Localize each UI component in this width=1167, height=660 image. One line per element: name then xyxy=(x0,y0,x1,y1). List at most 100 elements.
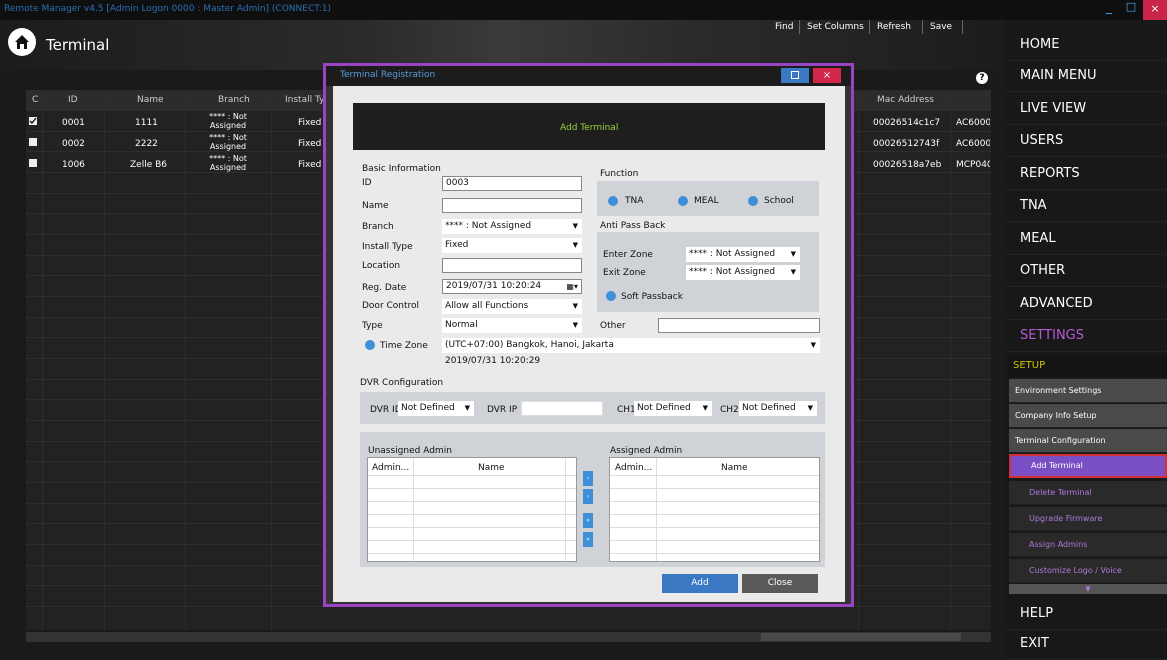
row-mac[interactable]: 00026518a7eb xyxy=(873,160,941,170)
submenu-delete-terminal[interactable]: Delete Terminal xyxy=(1009,481,1167,505)
row-name[interactable]: Zelle B6 xyxy=(130,160,167,170)
col-header-name[interactable]: Name xyxy=(137,95,164,105)
row-checkbox[interactable] xyxy=(29,138,37,146)
time-zone-select[interactable]: (UTC+07:00) Bangkok, Hanoi, Jakarta ▼ xyxy=(442,338,820,353)
move-left-button[interactable]: ‹ xyxy=(583,489,593,504)
refresh-button[interactable]: Refresh xyxy=(877,22,911,32)
row-install[interactable]: Fixed xyxy=(298,118,321,128)
soft-passback-toggle[interactable] xyxy=(606,291,616,301)
row-model[interactable]: AC6000 xyxy=(956,139,990,149)
unassigned-col-admin[interactable]: Admin... xyxy=(372,463,409,473)
row-install[interactable]: Fixed xyxy=(298,139,321,149)
chevron-down-icon: ▼ xyxy=(572,302,578,310)
menu-tna[interactable]: TNA xyxy=(1005,189,1167,222)
dvr-config-label: DVR Configuration xyxy=(360,378,444,388)
branch-select[interactable]: **** : Not Assigned ▼ xyxy=(442,219,582,234)
col-header-branch[interactable]: Branch xyxy=(218,95,250,105)
other-input[interactable] xyxy=(658,318,820,333)
ch2-select[interactable]: Not Defined ▼ xyxy=(739,401,817,416)
menu-exit[interactable]: EXIT xyxy=(1005,627,1167,660)
submenu-add-terminal[interactable]: Add Terminal xyxy=(1009,454,1167,478)
find-button[interactable]: Find xyxy=(775,22,793,32)
ch1-select[interactable]: Not Defined ▼ xyxy=(634,401,712,416)
location-input[interactable] xyxy=(442,258,582,273)
dialog-maximize-button[interactable] xyxy=(781,68,809,83)
minimize-button[interactable]: _ xyxy=(1098,0,1120,20)
close-button[interactable]: Close xyxy=(742,574,818,593)
row-name[interactable]: 2222 xyxy=(135,139,158,149)
row-checkbox[interactable] xyxy=(29,159,37,167)
horizontal-scrollbar[interactable] xyxy=(26,632,991,642)
meal-option[interactable] xyxy=(678,196,688,206)
reg-date-picker[interactable]: 2019/07/31 10:20:24 ▦▾ xyxy=(442,279,582,294)
submenu-upgrade-firmware[interactable]: Upgrade Firmware xyxy=(1009,507,1167,531)
menu-main-menu[interactable]: MAIN MENU xyxy=(1005,59,1167,92)
menu-help[interactable]: HELP xyxy=(1005,597,1167,630)
assigned-col-name[interactable]: Name xyxy=(721,463,748,473)
chevron-down-icon: ▼ xyxy=(807,404,813,412)
menu-advanced[interactable]: ADVANCED xyxy=(1005,287,1167,320)
move-all-left-button[interactable]: « xyxy=(583,532,593,547)
row-branch[interactable]: **** : Not Assigned xyxy=(203,154,253,172)
row-model[interactable]: MCP040 xyxy=(956,160,990,170)
exit-zone-select[interactable]: **** : Not Assigned ▼ xyxy=(686,265,800,280)
install-type-label: Install Type xyxy=(362,242,413,252)
chevron-down-icon[interactable]: ▼ xyxy=(1009,584,1167,594)
menu-home[interactable]: HOME xyxy=(1005,28,1167,61)
name-input[interactable] xyxy=(442,198,582,213)
id-input[interactable]: 0003 xyxy=(442,176,582,191)
home-icon[interactable] xyxy=(8,28,36,56)
install-type-select[interactable]: Fixed ▼ xyxy=(442,238,582,253)
add-button[interactable]: Add xyxy=(662,574,738,593)
type-select[interactable]: Normal ▼ xyxy=(442,318,582,333)
submenu-terminal-configuration[interactable]: Terminal Configuration xyxy=(1009,429,1167,453)
row-checkbox-checked[interactable] xyxy=(29,117,37,125)
submenu-company-info[interactable]: Company Info Setup xyxy=(1009,404,1167,428)
submenu-assign-admins[interactable]: Assign Admins xyxy=(1009,533,1167,557)
row-id[interactable]: 0002 xyxy=(62,139,85,149)
dvr-id-select[interactable]: Not Defined ▼ xyxy=(398,401,474,416)
enter-zone-select[interactable]: **** : Not Assigned ▼ xyxy=(686,247,800,262)
row-model[interactable]: AC6000 xyxy=(956,118,990,128)
install-type-value: Fixed xyxy=(445,240,469,250)
row-install[interactable]: Fixed xyxy=(298,160,321,170)
menu-meal[interactable]: MEAL xyxy=(1005,222,1167,255)
assigned-col-admin[interactable]: Admin... xyxy=(615,463,652,473)
ch1-label: CH1 xyxy=(617,405,636,415)
row-name[interactable]: 1111 xyxy=(135,118,158,128)
unassigned-col-name[interactable]: Name xyxy=(478,463,505,473)
tna-option[interactable] xyxy=(608,196,618,206)
row-id[interactable]: 0001 xyxy=(62,118,85,128)
dvr-ip-input[interactable] xyxy=(521,401,603,416)
help-icon[interactable]: ? xyxy=(976,72,988,84)
col-header-mac[interactable]: Mac Address xyxy=(877,95,934,105)
row-branch[interactable]: **** : Not Assigned xyxy=(203,112,253,130)
row-mac[interactable]: 00026514c1c7 xyxy=(873,118,940,128)
menu-settings[interactable]: SETTINGS xyxy=(1005,319,1167,352)
col-header-check[interactable]: C xyxy=(32,95,38,105)
submenu-customize-logo[interactable]: Customize Logo / Voice xyxy=(1009,559,1167,583)
door-control-select[interactable]: Allow all Functions ▼ xyxy=(442,299,582,314)
close-window-button[interactable]: × xyxy=(1143,0,1167,20)
menu-other[interactable]: OTHER xyxy=(1005,254,1167,287)
dialog-close-x-button[interactable]: × xyxy=(813,68,841,83)
scrollbar-thumb[interactable] xyxy=(761,633,961,641)
save-button[interactable]: Save xyxy=(930,22,952,32)
row-mac[interactable]: 00026512743f xyxy=(873,139,939,149)
calendar-icon[interactable]: ▦▾ xyxy=(566,280,578,293)
school-option[interactable] xyxy=(748,196,758,206)
move-all-right-button[interactable]: » xyxy=(583,513,593,528)
menu-live-view[interactable]: LIVE VIEW xyxy=(1005,92,1167,125)
submenu-environment-settings[interactable]: Environment Settings xyxy=(1009,379,1167,403)
time-zone-toggle[interactable] xyxy=(365,340,375,350)
ch2-label: CH2 xyxy=(720,405,739,415)
exit-zone-label: Exit Zone xyxy=(603,268,646,278)
row-id[interactable]: 1006 xyxy=(62,160,85,170)
set-columns-button[interactable]: Set Columns xyxy=(807,22,864,32)
menu-reports[interactable]: REPORTS xyxy=(1005,157,1167,190)
col-header-id[interactable]: ID xyxy=(68,95,78,105)
move-right-button[interactable]: › xyxy=(583,471,593,486)
row-branch[interactable]: **** : Not Assigned xyxy=(203,133,253,151)
maximize-button[interactable]: □ xyxy=(1120,0,1142,20)
menu-users[interactable]: USERS xyxy=(1005,124,1167,157)
